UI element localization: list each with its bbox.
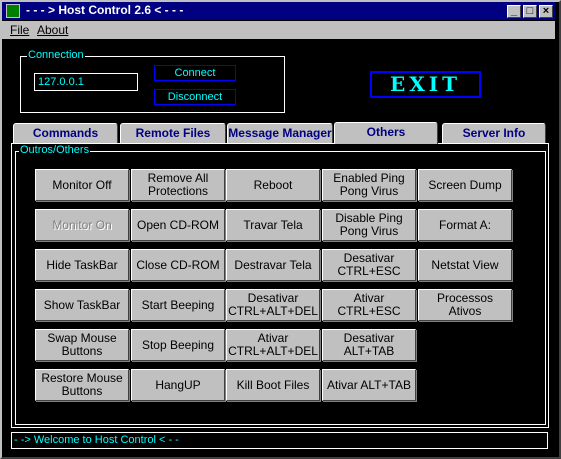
- travar-tela-button[interactable]: Travar Tela: [226, 209, 320, 241]
- stop-beeping-button[interactable]: Stop Beeping: [131, 329, 225, 361]
- open-cdrom-button[interactable]: Open CD-ROM: [131, 209, 225, 241]
- close-button[interactable]: ×: [539, 5, 553, 18]
- monitor-on-button[interactable]: Monitor On: [35, 209, 129, 241]
- netstat-view-button[interactable]: Netstat View: [418, 249, 512, 281]
- reboot-button[interactable]: Reboot: [226, 169, 320, 201]
- enable-ping-pong-virus-button[interactable]: Enabled Ping Pong Virus: [322, 169, 416, 201]
- show-taskbar-button[interactable]: Show TaskBar: [35, 289, 129, 321]
- menu-about-label: About: [37, 23, 69, 37]
- exit-button[interactable]: EXIT: [370, 71, 481, 98]
- monitor-off-button[interactable]: Monitor Off: [35, 169, 129, 201]
- screen-dump-button[interactable]: Screen Dump: [418, 169, 512, 201]
- disconnect-button[interactable]: Disconnect: [154, 89, 236, 105]
- desativar-ctrl-esc-button[interactable]: Desativar CTRL+ESC: [322, 249, 416, 281]
- menu-bar: File About: [2, 21, 555, 39]
- tab-remote-files[interactable]: Remote Files: [120, 123, 226, 143]
- ativar-ctrl-esc-button[interactable]: Ativar CTRL+ESC: [322, 289, 416, 321]
- tab-others[interactable]: Others: [334, 122, 438, 144]
- swap-mouse-buttons-button[interactable]: Swap Mouse Buttons: [35, 329, 129, 361]
- app-icon[interactable]: [6, 4, 20, 18]
- ip-address-field[interactable]: 127.0.0.1: [34, 73, 138, 91]
- close-cdrom-button[interactable]: Close CD-ROM: [131, 249, 225, 281]
- window-title: - - - > Host Control 2.6 < - - -: [26, 3, 184, 17]
- format-a-button[interactable]: Format A:: [418, 209, 512, 241]
- desativar-alt-tab-button[interactable]: Desativar ALT+TAB: [322, 329, 416, 361]
- destravar-tela-button[interactable]: Destravar Tela: [226, 249, 320, 281]
- menu-about[interactable]: About: [37, 23, 68, 37]
- disable-ping-pong-virus-button[interactable]: Disable Ping Pong Virus: [322, 209, 416, 241]
- menu-file-label: File: [10, 23, 30, 37]
- remove-all-protections-button[interactable]: Remove All Protections: [131, 169, 225, 201]
- status-bar: - -> Welcome to Host Control < - -: [11, 432, 548, 449]
- start-beeping-button[interactable]: Start Beeping: [131, 289, 225, 321]
- connect-button[interactable]: Connect: [154, 65, 236, 81]
- maximize-button[interactable]: □: [523, 5, 537, 18]
- processos-ativos-button[interactable]: Processos Ativos: [418, 289, 512, 321]
- others-group-title: Outros/Others: [19, 144, 91, 156]
- hangup-button[interactable]: HangUP: [131, 369, 225, 401]
- desativar-ctrl-alt-del-button[interactable]: Desativar CTRL+ALT+DEL: [226, 289, 320, 321]
- minimize-button[interactable]: _: [507, 5, 521, 18]
- ativar-ctrl-alt-del-button[interactable]: Ativar CTRL+ALT+DEL: [226, 329, 320, 361]
- tab-server-info[interactable]: Server Info: [442, 123, 546, 143]
- menu-file[interactable]: File: [10, 23, 29, 37]
- kill-boot-files-button[interactable]: Kill Boot Files: [226, 369, 320, 401]
- tab-message-manager[interactable]: Message Manager: [227, 123, 333, 143]
- connection-group-title: Connection: [27, 49, 85, 61]
- ativar-alt-tab-button[interactable]: Ativar ALT+TAB: [322, 369, 416, 401]
- tab-commands[interactable]: Commands: [13, 123, 118, 143]
- hide-taskbar-button[interactable]: Hide TaskBar: [35, 249, 129, 281]
- title-bar[interactable]: - - - > Host Control 2.6 < - - - _ □ ×: [2, 2, 555, 20]
- restore-mouse-buttons-button[interactable]: Restore Mouse Buttons: [35, 369, 129, 401]
